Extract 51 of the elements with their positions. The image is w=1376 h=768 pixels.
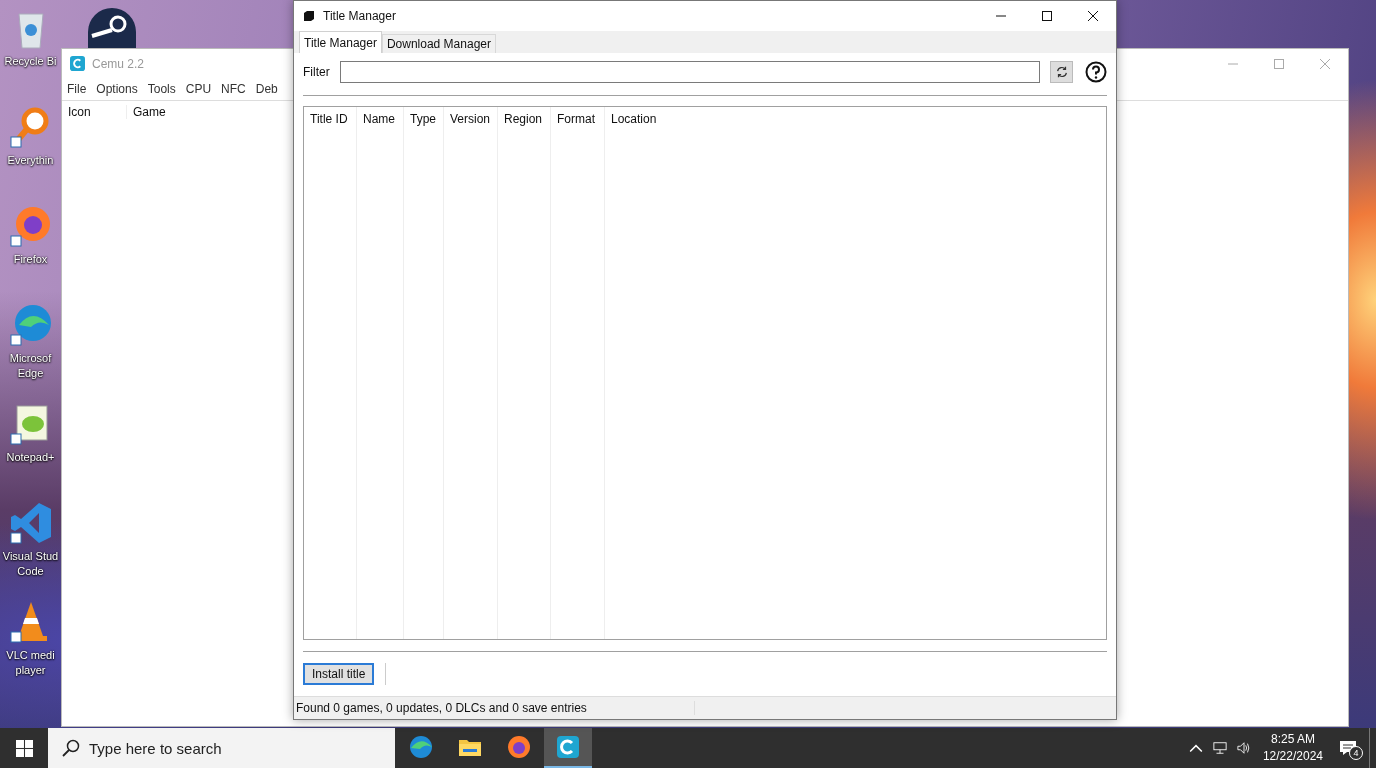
network-icon[interactable] [1212,741,1227,755]
menu-item[interactable]: Options [95,82,139,96]
taskbar-app[interactable] [544,728,592,768]
wave-icon[interactable] [8,303,53,347]
search-icon [62,739,80,757]
refresh-icon [1054,65,1069,79]
column-header[interactable]: Region [498,107,550,126]
letter-c-logo-icon [556,735,580,759]
close-icon[interactable] [1088,11,1098,21]
search-placeholder: Type here to search [89,739,222,757]
desktop-icon-label[interactable]: Visual Stud Code [0,549,61,579]
column-header[interactable]: Location [605,107,1106,126]
help-icon[interactable] [1085,61,1107,83]
browser-wave-icon [409,735,433,759]
filter-field[interactable] [340,61,1040,83]
column-header[interactable]: Type [404,107,443,126]
notification-count: 4 [1349,746,1363,760]
maximize-icon[interactable] [1042,11,1052,21]
desktop-icon-label[interactable]: Notepad+ [0,450,61,465]
box-icon [303,10,315,22]
menu-item[interactable]: Deb [254,82,279,96]
column-header[interactable]: Title ID [304,107,356,126]
status-text: Found 0 games, 0 updates, 0 DLCs and 0 save entries [294,701,695,715]
column-header[interactable]: Icon [62,105,127,119]
tab[interactable]: Title Manager [299,31,382,53]
install-title-button[interactable]: Install title [303,663,375,685]
code-editor-icon[interactable] [8,501,53,545]
tab[interactable]: Download Manager [381,34,496,53]
column-header[interactable]: Game [127,105,166,119]
fox-globe-icon [507,735,531,759]
column-header[interactable]: Version [444,107,497,126]
filter-label: Filter [303,65,331,79]
search-field[interactable]: Type here to search [48,728,395,768]
menu-item[interactable]: File [66,82,88,96]
refresh-button[interactable] [1050,61,1073,83]
menu-item[interactable]: NFC [220,82,247,96]
clock-time[interactable]: 8:25 AM [1270,731,1315,748]
app-logo-icon [70,56,85,71]
volume-icon[interactable] [1236,741,1251,755]
column-header[interactable]: Name [357,107,403,126]
window-title: Title Manager [323,9,396,23]
title-list[interactable]: Title ID Name Type Version Region Format Location [303,106,1107,640]
window-title: Cemu 2.2 [92,56,145,71]
windows-start-icon[interactable] [15,739,33,757]
column-header[interactable]: Format [551,107,604,126]
desktop-icon-label[interactable]: VLC medi player [0,648,61,678]
menu-item[interactable]: CPU [184,82,213,96]
menu-item[interactable]: Tools [146,82,177,96]
desktop-icon-label[interactable]: Microsof Edge [0,351,61,381]
clock-date[interactable]: 12/22/2024 [1262,748,1323,765]
fox-globe-icon[interactable] [8,204,53,248]
